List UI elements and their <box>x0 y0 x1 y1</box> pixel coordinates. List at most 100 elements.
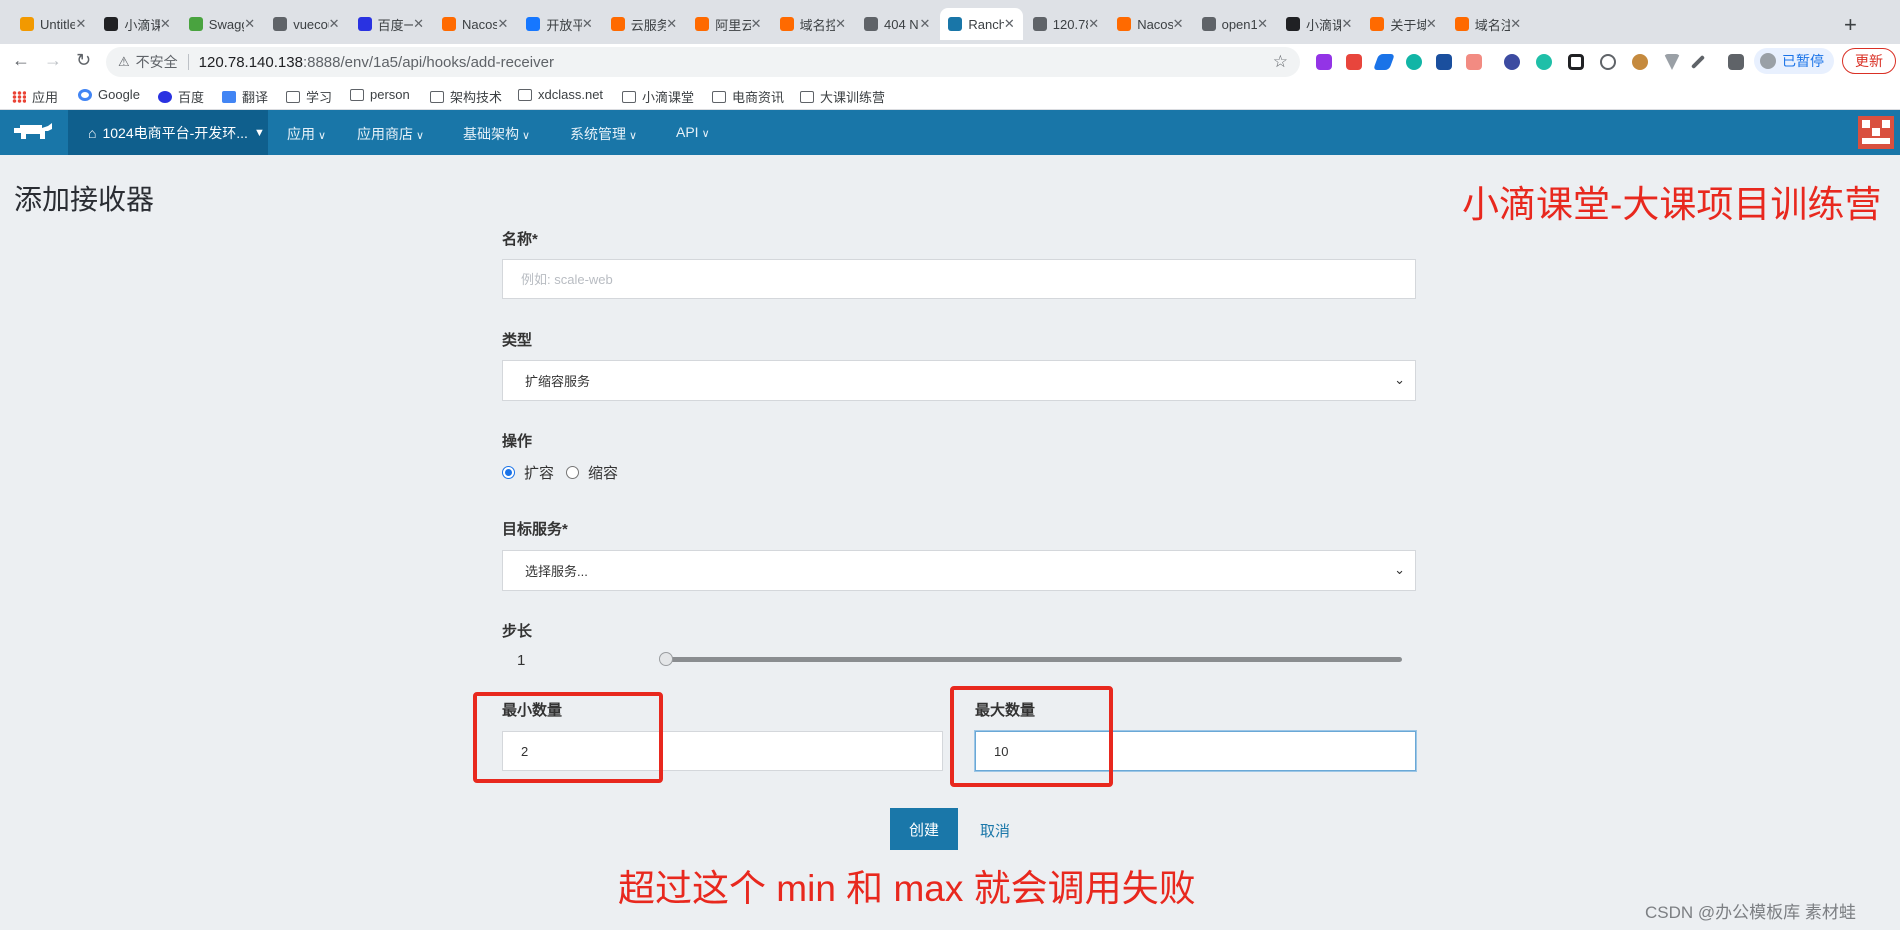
browser-tab[interactable]: Ranch ✕ <box>940 8 1023 40</box>
extension-pen-icon[interactable] <box>1690 54 1706 70</box>
extensions-puzzle-icon[interactable] <box>1728 54 1744 70</box>
alipay-icon <box>526 17 541 31</box>
close-icon[interactable]: ✕ <box>1173 16 1184 32</box>
close-icon[interactable]: ✕ <box>497 16 508 32</box>
close-icon[interactable]: ✕ <box>1510 16 1521 32</box>
close-icon[interactable]: ✕ <box>1257 16 1268 32</box>
browser-tab[interactable]: 小滴课 ✕ <box>96 8 178 40</box>
extension-square-icon[interactable] <box>1568 54 1584 70</box>
close-icon[interactable]: ✕ <box>1426 16 1437 32</box>
chevron-down-icon: ▼ <box>253 126 265 139</box>
extension-chat-icon[interactable] <box>1536 54 1552 70</box>
forward-arrow-icon[interactable]: → <box>44 50 62 71</box>
close-icon[interactable]: ✕ <box>329 16 340 32</box>
bookmark-label: 学习 <box>306 90 333 105</box>
new-tab-button[interactable]: + <box>1844 12 1857 38</box>
radio-scale-up[interactable] <box>502 466 515 479</box>
bookmark-label: xdclass.net <box>538 87 604 102</box>
radio-scale-down[interactable] <box>566 466 580 479</box>
nav-admin[interactable]: 系统管理 ∨ <box>570 124 637 144</box>
close-icon[interactable]: ✕ <box>160 16 171 32</box>
aliyun-icon <box>1370 17 1385 31</box>
bookmark-translate[interactable]: 翻译 <box>222 87 268 106</box>
browser-tab[interactable]: 120.78✕ <box>1025 8 1107 40</box>
browser-tab[interactable]: 阿里云 ✕ <box>687 8 769 40</box>
bookmark-label: 百度 <box>178 90 205 105</box>
bookmark-apps[interactable]: 应用 <box>12 87 58 106</box>
close-icon[interactable]: ✕ <box>1088 16 1099 32</box>
page-title: 添加接收器 <box>14 184 155 215</box>
browser-tab[interactable]: Nacos ✕ <box>1109 8 1191 40</box>
user-avatar[interactable] <box>1858 116 1894 149</box>
bookmark-folder-person[interactable]: person <box>350 87 410 102</box>
nav-infrastructure[interactable]: 基础架构 ∨ <box>463 124 530 144</box>
reload-icon[interactable]: ↻ <box>76 50 91 71</box>
address-bar[interactable]: ⚠ 不安全 120.78.140.138:8888/env/1a5/api/ho… <box>106 47 1300 77</box>
environment-switcher[interactable]: ⌂ 1024电商平台-开发环... ▼ <box>68 110 268 155</box>
extension-rp-icon[interactable] <box>1316 54 1332 70</box>
rancher-logo-icon[interactable] <box>12 122 54 142</box>
close-icon[interactable]: ✕ <box>919 16 930 32</box>
browser-tab[interactable]: 云服务 ✕ <box>603 8 685 40</box>
bookmark-google[interactable]: Google <box>78 87 140 102</box>
back-arrow-icon[interactable]: ← <box>12 50 30 71</box>
close-icon[interactable]: ✕ <box>1004 16 1015 32</box>
close-icon[interactable]: ✕ <box>751 16 762 32</box>
browser-tab[interactable]: 域名控 ✕ <box>772 8 854 40</box>
profile-paused-button[interactable]: 已暂停 <box>1754 48 1834 74</box>
browser-tab[interactable]: vuecou✕ <box>265 8 347 40</box>
browser-tab[interactable]: open10✕ <box>1194 8 1276 40</box>
browser-tab[interactable]: 域名注 ✕ <box>1447 8 1529 40</box>
cancel-link[interactable]: 取消 <box>980 820 1010 841</box>
bookmark-folder-ecommerce[interactable]: 电商资讯 <box>712 87 784 106</box>
bookmark-folder-architecture[interactable]: 架构技术 <box>430 87 502 106</box>
bookmark-folder-xdketang[interactable]: 小滴课堂 <box>622 87 694 106</box>
extension-code-icon[interactable] <box>1600 54 1616 70</box>
browser-tab[interactable]: Swagg✕ <box>181 8 263 40</box>
name-input[interactable] <box>502 259 1416 299</box>
browser-tab[interactable]: 百度一 ✕ <box>350 8 432 40</box>
bookmark-folder-study[interactable]: 学习 <box>286 87 332 106</box>
browser-tab[interactable]: 404 N ✕ <box>856 8 938 40</box>
close-icon[interactable]: ✕ <box>1341 16 1352 32</box>
extension-m-icon[interactable] <box>1406 54 1422 70</box>
extension-badge-icon[interactable] <box>1346 54 1362 70</box>
profile-paused-label: 已暂停 <box>1782 53 1824 69</box>
browser-tab[interactable]: 关于域 ✕ <box>1362 8 1444 40</box>
type-select[interactable]: 扩缩容服务 ⌄ <box>502 360 1416 401</box>
browser-tab-label: vuecou <box>293 16 328 32</box>
close-icon[interactable]: ✕ <box>413 16 424 32</box>
browser-tab[interactable]: 开放平 ✕ <box>518 8 600 40</box>
browser-tab[interactable]: Nacos ✕ <box>434 8 516 40</box>
bookmark-folder-camp[interactable]: 大课训练营 <box>800 87 885 106</box>
bookmark-star-icon[interactable]: ☆ <box>1273 52 1288 72</box>
extension-vue-icon[interactable] <box>1664 54 1680 70</box>
close-icon[interactable]: ✕ <box>244 16 255 32</box>
nav-catalog[interactable]: 应用商店 ∨ <box>357 124 424 144</box>
browser-toolbar: ← → ↻ ⚠ 不安全 120.78.140.138:8888/env/1a5/… <box>0 44 1900 80</box>
target-service-select[interactable]: 选择服务... ⌄ <box>502 550 1416 591</box>
close-icon[interactable]: ✕ <box>582 16 593 32</box>
bookmark-baidu[interactable]: 百度 <box>158 87 204 106</box>
type-label: 类型 <box>502 332 533 349</box>
browser-tab[interactable]: Untitle ✕ <box>12 8 94 40</box>
extension-arrow-icon[interactable] <box>1373 54 1395 70</box>
step-slider-handle[interactable] <box>659 652 673 666</box>
extension-a-icon[interactable] <box>1504 54 1520 70</box>
nav-api[interactable]: API ∨ <box>676 124 710 140</box>
bookmark-folder-xdclass[interactable]: xdclass.net <box>518 87 603 102</box>
browser-tab[interactable]: 小滴课 ✕ <box>1278 8 1360 40</box>
update-button[interactable]: 更新 <box>1842 48 1896 74</box>
folder-icon <box>286 90 300 103</box>
close-icon[interactable]: ✕ <box>75 16 86 32</box>
extension-tree-icon[interactable] <box>1466 54 1482 70</box>
extension-v-icon[interactable] <box>1436 54 1452 70</box>
step-slider-track[interactable] <box>664 657 1402 662</box>
bookmarks-bar: 应用 Google 百度 翻译 学习 person 架构技术 xdclass.n… <box>0 80 1900 110</box>
close-icon[interactable]: ✕ <box>666 16 677 32</box>
create-button[interactable]: 创建 <box>890 808 958 850</box>
home-icon: ⌂ <box>88 124 97 141</box>
close-icon[interactable]: ✕ <box>835 16 846 32</box>
extension-cookie-icon[interactable] <box>1632 54 1648 70</box>
nav-apps[interactable]: 应用 ∨ <box>287 124 326 144</box>
